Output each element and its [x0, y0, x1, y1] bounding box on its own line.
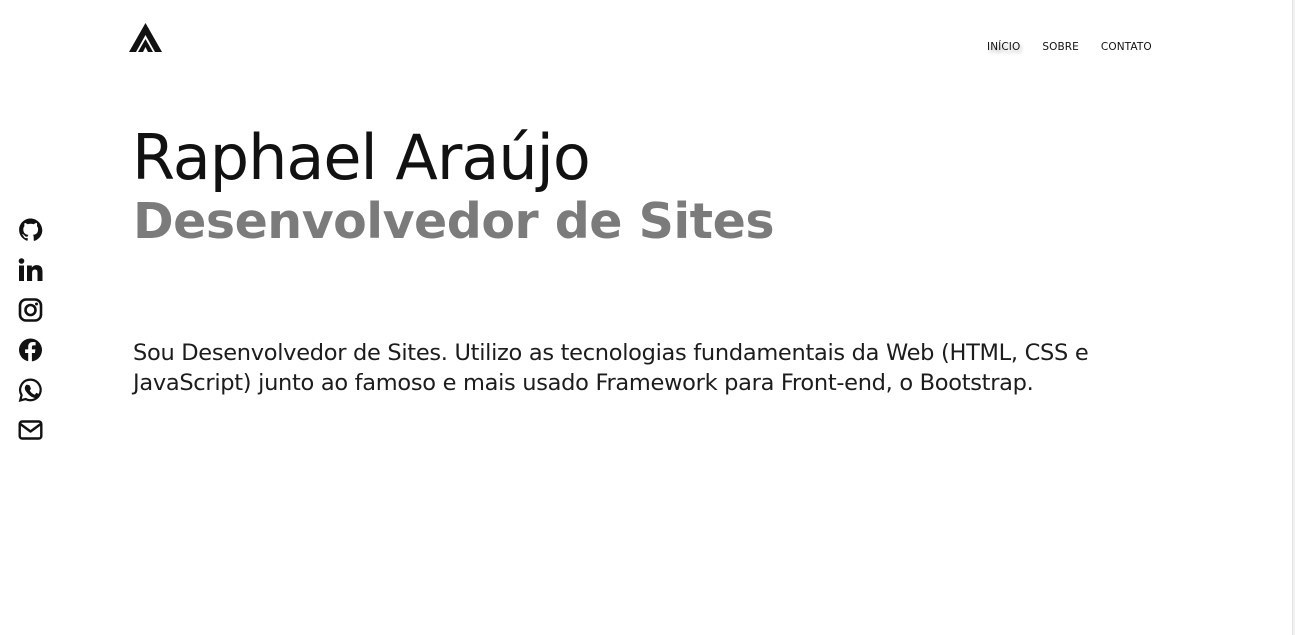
- whatsapp-icon: [18, 378, 42, 402]
- nav-inicio[interactable]: INÍCIO: [987, 41, 1020, 54]
- instagram-link[interactable]: [18, 298, 43, 322]
- email-link[interactable]: [18, 418, 43, 442]
- hero-name: Raphael Araújo: [132, 121, 591, 194]
- instagram-icon: [18, 298, 43, 322]
- nav-contato[interactable]: CONTATO: [1101, 41, 1152, 54]
- linkedin-icon: [18, 258, 43, 281]
- facebook-link[interactable]: [18, 338, 43, 362]
- main-nav: INÍCIO SOBRE CONTATO: [987, 41, 1152, 54]
- github-icon: [19, 218, 43, 241]
- hero-role: Desenvolvedor de Sites: [133, 193, 775, 250]
- hero-description: Sou Desenvolvedor de Sites. Utilizo as t…: [133, 340, 1089, 396]
- facebook-icon: [19, 338, 42, 362]
- email-icon: [18, 420, 43, 440]
- whatsapp-link[interactable]: [18, 378, 43, 402]
- linkedin-link[interactable]: [18, 258, 43, 282]
- triangle-logo-icon[interactable]: [128, 22, 163, 53]
- github-link[interactable]: [18, 218, 43, 242]
- nav-sobre[interactable]: SOBRE: [1042, 41, 1079, 54]
- social-links: [18, 218, 43, 442]
